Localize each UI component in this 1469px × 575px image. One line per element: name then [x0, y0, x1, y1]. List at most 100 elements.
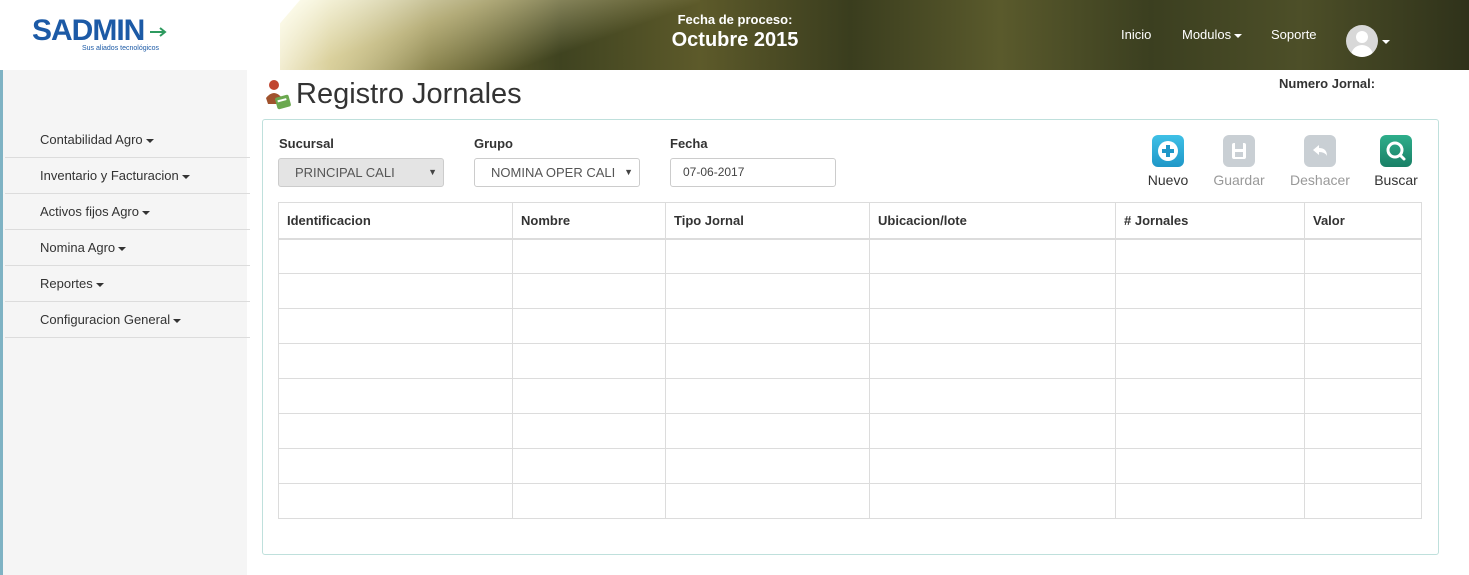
sidebar-item-label: Contabilidad Agro [40, 132, 143, 147]
table-cell[interactable] [1304, 448, 1422, 484]
nav-modulos[interactable]: Modulos [1182, 27, 1243, 42]
chevron-down-icon [181, 174, 190, 179]
worker-icon [266, 80, 291, 110]
sidebar: Contabilidad Agro Inventario y Facturaci… [0, 70, 250, 575]
table-cell[interactable] [665, 483, 870, 519]
table-cell[interactable] [278, 483, 513, 519]
table-cell[interactable] [512, 413, 666, 449]
dropdown-arrow-icon: ▼ [428, 167, 437, 177]
page-title: Registro Jornales [296, 78, 522, 110]
fecha-input[interactable]: 07-06-2017 [670, 158, 836, 187]
column-header: Nombre [512, 202, 666, 240]
table-cell[interactable] [1115, 308, 1305, 344]
table-row[interactable] [278, 308, 1422, 344]
table-cell[interactable] [1304, 413, 1422, 449]
table-cell[interactable] [512, 343, 666, 379]
table-cell[interactable] [278, 413, 513, 449]
dropdown-arrow-icon: ▼ [618, 159, 633, 186]
table-cell[interactable] [1115, 238, 1305, 274]
fecha-label: Fecha [670, 136, 708, 151]
sucursal-select[interactable]: PRINCIPAL CALI ▼ [278, 158, 444, 187]
table-row[interactable] [278, 483, 1422, 519]
table-cell[interactable] [1115, 483, 1305, 519]
sidebar-item-activos-fijos[interactable]: Activos fijos Agro [5, 194, 250, 230]
table-cell[interactable] [665, 448, 870, 484]
table-cell[interactable] [512, 448, 666, 484]
table-row[interactable] [278, 238, 1422, 274]
nav-modulos-label: Modulos [1182, 27, 1232, 42]
search-icon [1380, 135, 1412, 167]
process-date-label: Fecha de proceso: [677, 12, 793, 27]
table-row[interactable] [278, 378, 1422, 414]
table-cell[interactable] [869, 238, 1116, 274]
avatar-head-icon [1356, 31, 1368, 43]
table-cell[interactable] [278, 448, 513, 484]
column-header: Identificacion [278, 202, 513, 240]
table-cell[interactable] [869, 378, 1116, 414]
table-cell[interactable] [1115, 448, 1305, 484]
sidebar-item-reportes[interactable]: Reportes [5, 266, 250, 302]
table-cell[interactable] [278, 343, 513, 379]
table-cell[interactable] [665, 308, 870, 344]
sidebar-item-contabilidad-agro[interactable]: Contabilidad Agro [5, 122, 250, 158]
table-row[interactable] [278, 273, 1422, 309]
deshacer-button[interactable]: Deshacer [1286, 135, 1354, 188]
grupo-select[interactable]: NOMINA OPER CALI ▼ [474, 158, 640, 187]
table-cell[interactable] [1304, 308, 1422, 344]
nav-soporte[interactable]: Soporte [1271, 27, 1317, 42]
table-cell[interactable] [1115, 273, 1305, 309]
table-cell[interactable] [1115, 378, 1305, 414]
table-cell[interactable] [869, 413, 1116, 449]
sidebar-item-label: Reportes [40, 276, 93, 291]
table-cell[interactable] [278, 378, 513, 414]
table-cell[interactable] [665, 378, 870, 414]
table-cell[interactable] [665, 238, 870, 274]
table-cell[interactable] [1304, 273, 1422, 309]
table-row[interactable] [278, 448, 1422, 484]
table-cell[interactable] [665, 273, 870, 309]
table-cell[interactable] [512, 273, 666, 309]
app-logo[interactable]: SADMIN Sus aliados tecnológicos [32, 14, 172, 56]
table-cell[interactable] [278, 238, 513, 274]
table-cell[interactable] [512, 483, 666, 519]
table-row[interactable] [278, 413, 1422, 449]
sidebar-item-label: Activos fijos Agro [40, 204, 139, 219]
table-row[interactable] [278, 343, 1422, 379]
buscar-label: Buscar [1374, 172, 1418, 188]
chevron-down-icon [145, 138, 154, 143]
table-cell[interactable] [869, 308, 1116, 344]
user-menu-chevron-icon[interactable] [1382, 40, 1390, 44]
sidebar-item-label: Inventario y Facturacion [40, 168, 179, 183]
save-icon [1223, 135, 1255, 167]
table-cell[interactable] [869, 448, 1116, 484]
table-cell[interactable] [665, 343, 870, 379]
user-avatar[interactable] [1346, 25, 1378, 57]
table-cell[interactable] [869, 343, 1116, 379]
logo-wordmark: SADMIN [32, 14, 145, 47]
table-header-row: Identificacion Nombre Tipo Jornal Ubicac… [278, 202, 1422, 240]
table-cell[interactable] [1304, 343, 1422, 379]
table-cell[interactable] [1115, 413, 1305, 449]
table-cell[interactable] [1115, 343, 1305, 379]
table-cell[interactable] [512, 378, 666, 414]
sidebar-item-configuracion-general[interactable]: Configuracion General [5, 302, 250, 338]
sidebar-item-inventario-facturacion[interactable]: Inventario y Facturacion [5, 158, 250, 194]
nuevo-button[interactable]: Nuevo [1142, 135, 1194, 188]
process-date-value: Octubre 2015 [671, 29, 799, 51]
table-cell[interactable] [869, 273, 1116, 309]
table-cell[interactable] [665, 413, 870, 449]
chevron-down-icon [142, 210, 150, 215]
table-cell[interactable] [1304, 378, 1422, 414]
table-cell[interactable] [1304, 238, 1422, 274]
table-cell[interactable] [278, 273, 513, 309]
table-cell[interactable] [512, 238, 666, 274]
buscar-button[interactable]: Buscar [1370, 135, 1422, 188]
table-cell[interactable] [278, 308, 513, 344]
sidebar-item-nomina-agro[interactable]: Nomina Agro [5, 230, 250, 266]
table-cell[interactable] [869, 483, 1116, 519]
sucursal-value: PRINCIPAL CALI [295, 165, 395, 180]
nav-inicio[interactable]: Inicio [1121, 27, 1151, 42]
guardar-button[interactable]: Guardar [1208, 135, 1270, 188]
table-cell[interactable] [512, 308, 666, 344]
table-cell[interactable] [1304, 483, 1422, 519]
